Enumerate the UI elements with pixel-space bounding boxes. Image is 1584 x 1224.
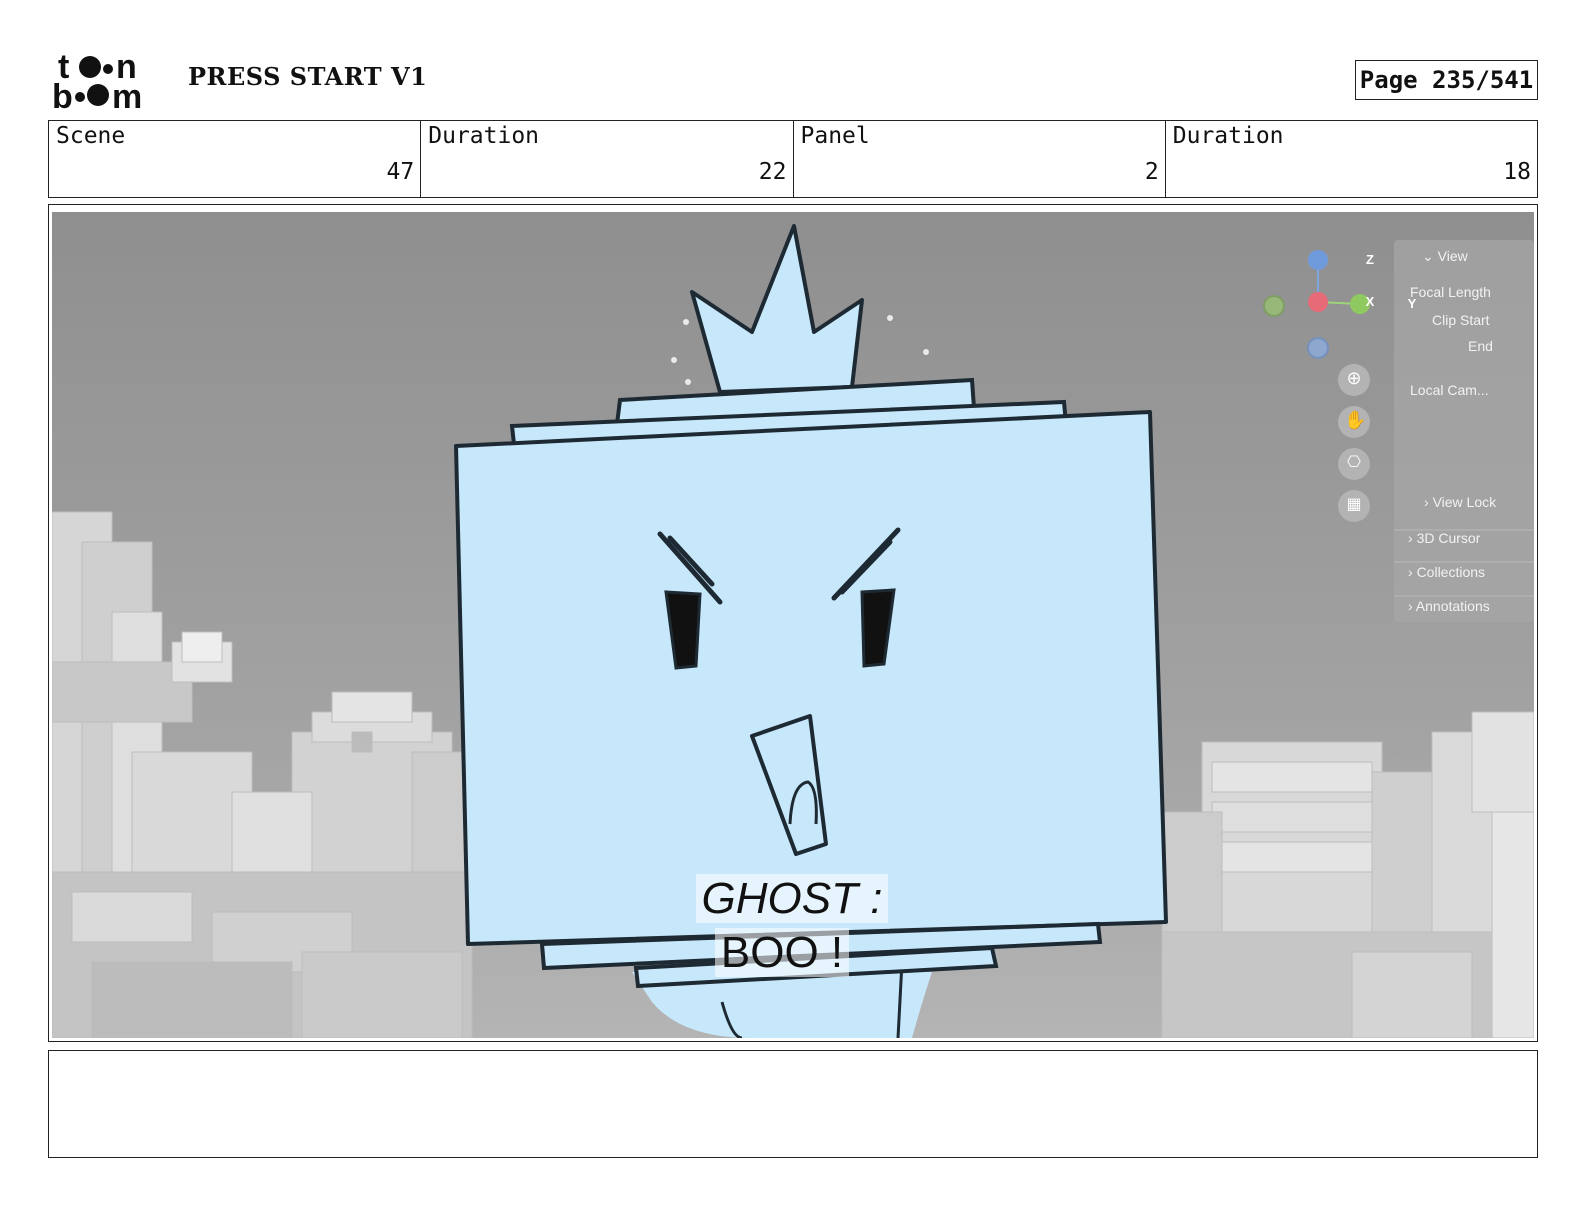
svg-text:b: b bbox=[52, 78, 73, 112]
svg-text:m: m bbox=[112, 78, 142, 112]
clip-start-label: Clip Start bbox=[1432, 312, 1490, 328]
panel-duration-value: 18 bbox=[1503, 159, 1531, 185]
zoom-icon: ⊕ bbox=[1346, 368, 1362, 389]
grid-icon: ▦ bbox=[1346, 494, 1362, 513]
clip-end-label: End bbox=[1468, 338, 1493, 354]
dialog-line: BOO ! bbox=[662, 928, 902, 978]
chevron-right-icon: › bbox=[1408, 598, 1416, 614]
view-lock-item[interactable]: › View Lock bbox=[1424, 494, 1496, 510]
scene-duration-label: Duration bbox=[428, 123, 540, 149]
focal-length-label: Focal Length bbox=[1410, 284, 1491, 300]
hand-icon: ✋ bbox=[1344, 410, 1367, 431]
project-title: PRESS START V1 bbox=[188, 62, 428, 91]
panel-duration-cell: Duration 18 bbox=[1166, 121, 1537, 197]
dialog-speaker: GHOST : bbox=[692, 874, 892, 924]
scene-duration-value: 22 bbox=[758, 159, 787, 185]
cursor-3d-item[interactable]: › 3D Cursor bbox=[1408, 530, 1480, 546]
scene-value: 47 bbox=[386, 159, 415, 185]
chevron-right-icon: › bbox=[1408, 564, 1417, 580]
gizmo-z-label: Z bbox=[1366, 252, 1374, 267]
panel-label: Panel bbox=[800, 123, 870, 149]
viewport-properties-panel: ⌄ View Focal Length Clip Start End Local… bbox=[1408, 244, 1534, 634]
gizmo-x-label: X bbox=[1365, 294, 1375, 309]
scene-info-row: Scene 47 Duration 22 Panel 2 Duration 18 bbox=[48, 120, 1538, 198]
scene-cell: Scene 47 bbox=[49, 121, 422, 197]
annotations-item[interactable]: › Annotations bbox=[1408, 598, 1490, 614]
panel-duration-label: Duration bbox=[1172, 123, 1284, 149]
page-indicator: Page 235/541 bbox=[1355, 60, 1538, 100]
panel-cell: Panel 2 bbox=[794, 121, 1166, 197]
view-header[interactable]: ⌄ View bbox=[1422, 248, 1468, 265]
panel-notes-box bbox=[48, 1050, 1538, 1158]
chevron-right-icon: › bbox=[1408, 530, 1417, 546]
chevron-right-icon: › bbox=[1424, 494, 1433, 510]
collections-item[interactable]: › Collections bbox=[1408, 564, 1485, 580]
voxel-scenery-right bbox=[1161, 711, 1534, 1038]
scene-label: Scene bbox=[56, 123, 126, 149]
local-camera-label: Local Cam... bbox=[1410, 382, 1489, 398]
toon-boom-logo: t n b m bbox=[52, 50, 142, 112]
camera-icon: ⎔ bbox=[1347, 452, 1361, 471]
scene-duration-cell: Duration 22 bbox=[421, 121, 794, 197]
panel-value: 2 bbox=[1144, 159, 1159, 185]
chevron-down-icon: ⌄ bbox=[1422, 248, 1438, 264]
ghost-head bbox=[454, 410, 1168, 946]
